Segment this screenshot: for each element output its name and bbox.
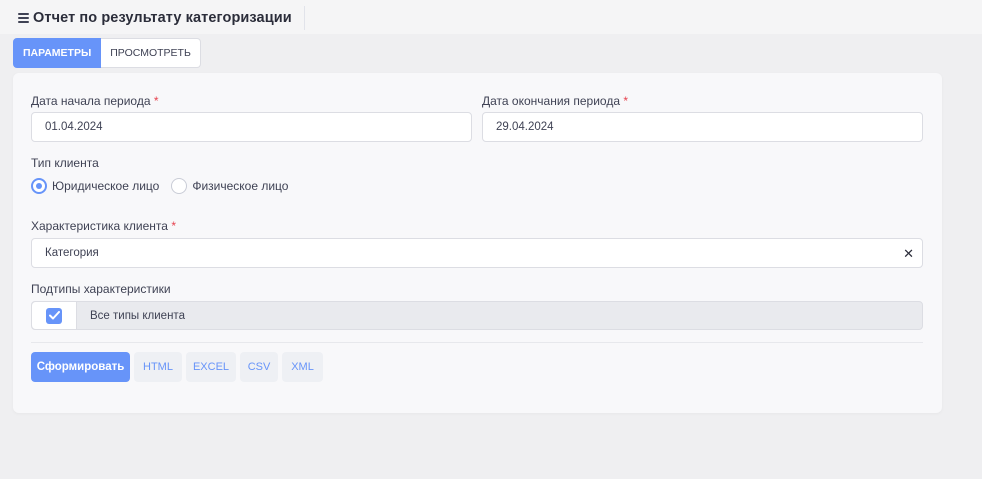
end-date-input[interactable]: 29.04.2024 <box>482 112 923 142</box>
export-csv-button[interactable]: CSV <box>240 352 278 382</box>
end-date-value: 29.04.2024 <box>496 121 554 133</box>
client-type-radio-group: Юридическое лицо Физическое лицо <box>31 178 300 194</box>
required-mark: * <box>171 219 176 233</box>
end-date-label: Дата окончания периода * <box>482 94 628 108</box>
characteristic-value: Категория <box>45 247 99 259</box>
tab-parameters[interactable]: ПАРАМЕТРЫ <box>13 38 102 68</box>
parameters-card: Дата начала периода * 01.04.2024 Дата ок… <box>13 73 942 413</box>
title-bar: Отчет по результату категоризации <box>12 6 305 30</box>
start-date-input[interactable]: 01.04.2024 <box>31 112 472 142</box>
client-type-label: Тип клиента <box>31 156 99 170</box>
radio-individual[interactable]: Физическое лицо <box>171 178 288 194</box>
subtypes-label: Подтипы характеристики <box>31 282 171 296</box>
tabs: ПАРАМЕТРЫ ПРОСМОТРЕТЬ <box>13 38 201 68</box>
page-title: Отчет по результату категоризации <box>33 10 292 26</box>
end-date-label-text: Дата окончания периода <box>482 94 620 108</box>
clear-icon[interactable]: ✕ <box>903 246 914 262</box>
subtypes-checkbox-label: Все типы клиента <box>90 309 185 322</box>
page-header: Отчет по результату категоризации <box>0 0 982 34</box>
characteristic-label-text: Характеристика клиента <box>31 219 168 233</box>
export-html-button[interactable]: HTML <box>134 352 182 382</box>
required-mark: * <box>623 94 629 108</box>
export-xml-button[interactable]: XML <box>282 352 323 382</box>
export-excel-button[interactable]: EXCEL <box>186 352 236 382</box>
characteristic-select[interactable]: Категория ✕ <box>31 238 923 268</box>
radio-individual-label: Физическое лицо <box>192 179 289 193</box>
characteristic-label: Характеристика клиента * <box>31 219 176 233</box>
start-date-label: Дата начала периода * <box>31 94 159 108</box>
start-date-value: 01.04.2024 <box>45 121 103 133</box>
menu-icon[interactable] <box>18 13 29 23</box>
required-mark: * <box>153 94 159 108</box>
checkmark-icon <box>46 307 62 324</box>
subtypes-checkbox[interactable] <box>32 302 77 329</box>
radio-unchecked-icon <box>171 178 188 194</box>
radio-legal-entity-label: Юридическое лицо <box>52 179 160 193</box>
divider <box>31 342 923 343</box>
start-date-label-text: Дата начала периода <box>31 94 151 108</box>
subtypes-checkbox-group: Все типы клиента <box>31 301 923 330</box>
radio-checked-icon <box>31 178 47 194</box>
radio-legal-entity[interactable]: Юридическое лицо <box>31 178 159 194</box>
generate-button[interactable]: Сформировать <box>31 352 130 382</box>
tab-view[interactable]: ПРОСМОТРЕТЬ <box>101 38 201 68</box>
